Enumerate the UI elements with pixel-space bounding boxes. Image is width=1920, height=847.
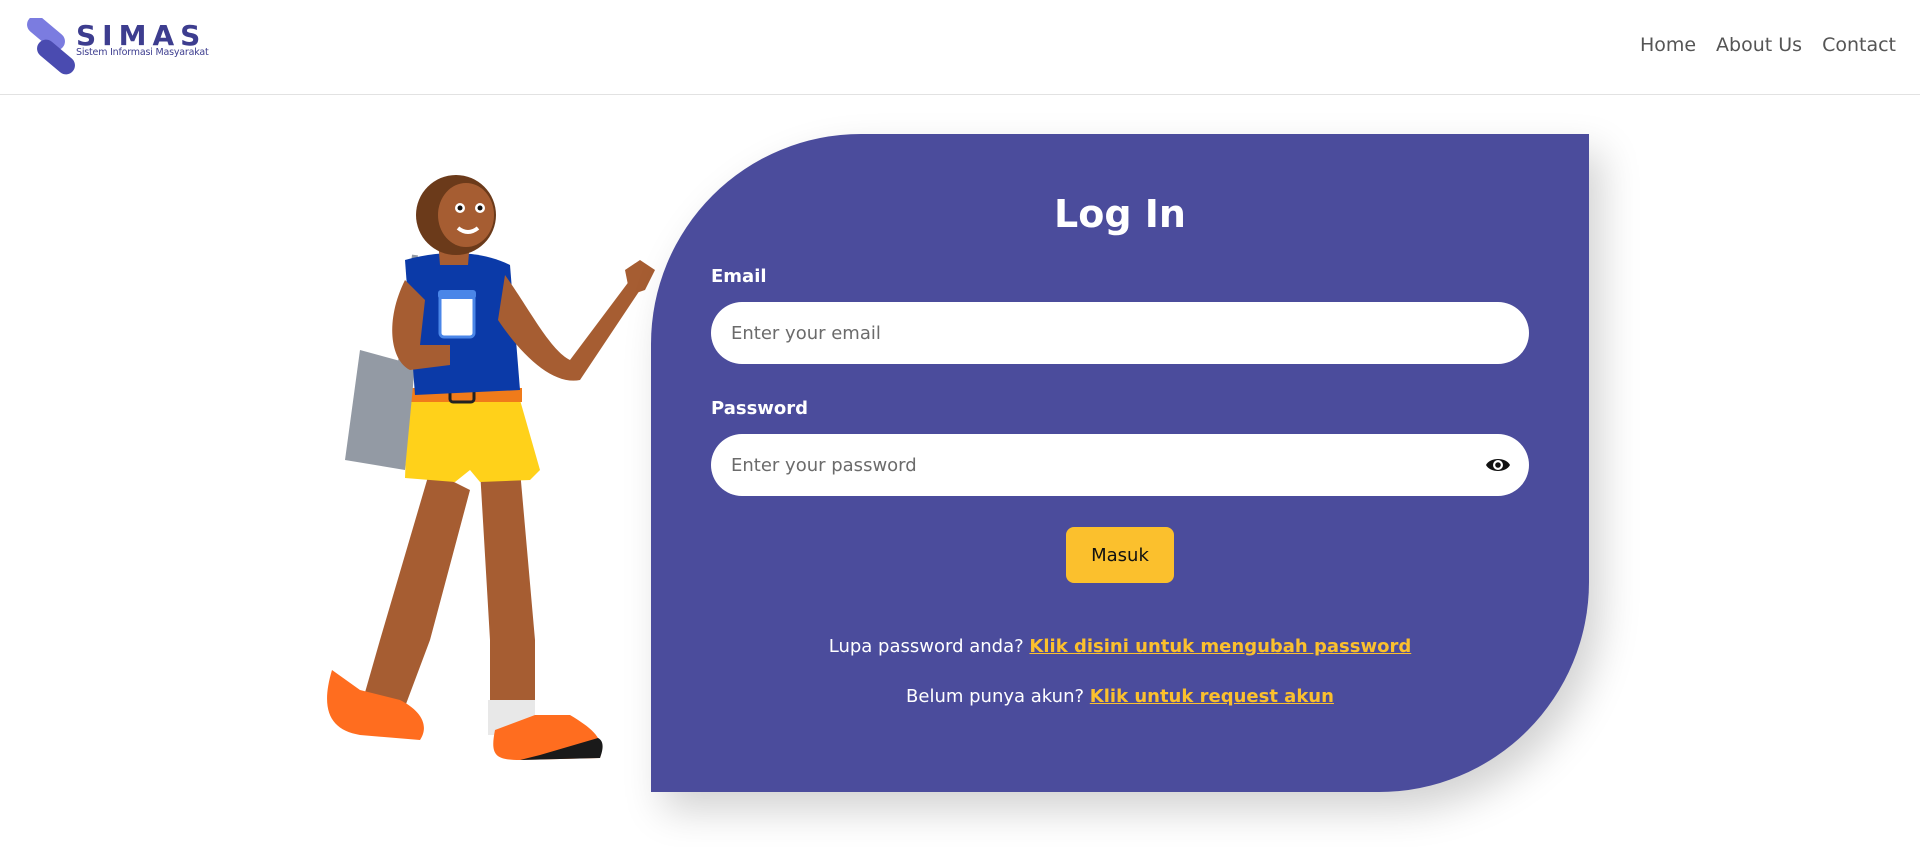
password-label: Password bbox=[711, 398, 809, 419]
email-input[interactable] bbox=[731, 302, 1471, 364]
email-label: Email bbox=[711, 266, 767, 287]
woman-walking-illustration bbox=[327, 175, 655, 760]
forgot-password-text: Lupa password anda? bbox=[828, 636, 1024, 657]
nav-home-link[interactable]: Home bbox=[1640, 34, 1696, 56]
register-text: Belum punya akun? bbox=[906, 686, 1085, 707]
main-nav: Home About Us Contact bbox=[1640, 34, 1896, 56]
login-title: Log In bbox=[1054, 192, 1186, 236]
password-field bbox=[711, 434, 1529, 496]
brand-logo[interactable]: SIMAS Sistem Informasi Masyarakat bbox=[20, 18, 210, 76]
email-field bbox=[711, 302, 1529, 364]
chain-link-icon bbox=[27, 18, 75, 75]
nav-about-link[interactable]: About Us bbox=[1716, 34, 1802, 56]
navbar: SIMAS Sistem Informasi Masyarakat Home A… bbox=[0, 0, 1920, 95]
eye-icon[interactable] bbox=[1485, 454, 1511, 476]
forgot-password-line: Lupa password anda? Klik disini untuk me… bbox=[651, 636, 1589, 657]
password-input[interactable] bbox=[731, 434, 1471, 496]
nav-contact-link[interactable]: Contact bbox=[1822, 34, 1896, 56]
request-account-link[interactable]: Klik untuk request akun bbox=[1090, 686, 1334, 707]
login-card: Log In Email Password Masuk Lupa passwor… bbox=[651, 134, 1589, 792]
brand-subtitle: Sistem Informasi Masyarakat bbox=[76, 47, 209, 58]
login-submit-button[interactable]: Masuk bbox=[1066, 527, 1174, 583]
forgot-password-link[interactable]: Klik disini untuk mengubah password bbox=[1029, 636, 1411, 657]
register-line: Belum punya akun? Klik untuk request aku… bbox=[651, 686, 1589, 707]
